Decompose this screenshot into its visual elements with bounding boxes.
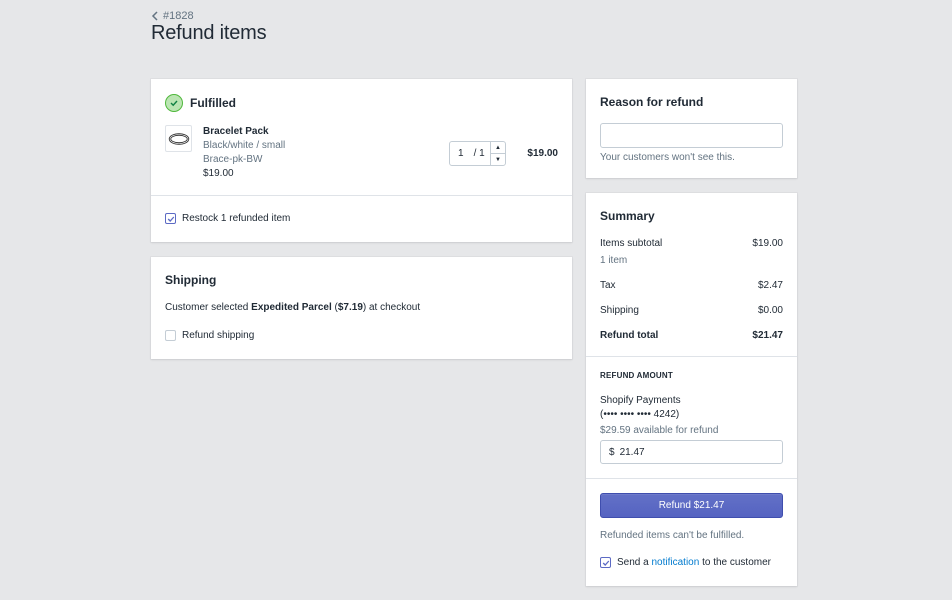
notify-suffix: to the customer xyxy=(699,557,771,568)
refund-shipping-label: Refund shipping xyxy=(182,330,255,341)
caret-up-icon: ▲ xyxy=(495,144,501,151)
shipping-method: Expedited Parcel xyxy=(251,302,332,313)
refund-shipping-row[interactable]: Refund shipping xyxy=(165,330,254,341)
shipping-text-suffix: ) at checkout xyxy=(362,302,421,313)
notify-label: Send a notification to the customer xyxy=(617,557,771,568)
quantity-max: / 1 xyxy=(473,148,485,159)
refund-amount-heading: REFUND AMOUNT xyxy=(600,371,673,380)
summary-card: Summary Items subtotal $19.00 1 item Tax… xyxy=(586,193,797,586)
shipping-price: $7.19 xyxy=(337,302,363,313)
refund-amount-input[interactable]: $ 21.47 xyxy=(600,440,783,464)
quantity-stepper[interactable]: 1 / 1 ▲ ▼ xyxy=(449,141,506,166)
card-mask: (•••• •••• •••• 4242) xyxy=(600,409,680,420)
reason-input[interactable] xyxy=(600,123,783,148)
summary-heading: Summary xyxy=(600,209,655,223)
refund-note: Refunded items can't be fulfilled. xyxy=(600,530,745,541)
shipping-description: Customer selected Expedited Parcel ($7.1… xyxy=(165,302,420,313)
refund-page: #1828 Refund items Fulfilled Bracelet Pa… xyxy=(0,0,952,600)
line-item-info: Bracelet Pack Black/white / small Brace-… xyxy=(203,125,285,181)
reason-heading: Reason for refund xyxy=(600,95,704,109)
line-total: $19.00 xyxy=(527,148,558,159)
product-name: Bracelet Pack xyxy=(203,126,269,137)
items-subtotal-value: $19.00 xyxy=(752,238,783,249)
decrement-button[interactable]: ▼ xyxy=(491,154,505,165)
notify-checkbox[interactable] xyxy=(600,557,611,568)
refund-total-row: Refund total $21.47 xyxy=(600,330,783,341)
increment-button[interactable]: ▲ xyxy=(491,142,505,154)
tax-value: $2.47 xyxy=(757,280,783,291)
fulfilled-heading: Fulfilled xyxy=(190,96,236,110)
refund-button[interactable]: Refund $21.47 xyxy=(600,493,783,518)
back-link-label: #1828 xyxy=(163,10,194,22)
refund-total-label: Refund total xyxy=(600,330,659,341)
checkmark-icon xyxy=(602,560,609,566)
reason-card: Reason for refund Your customers won't s… xyxy=(586,79,797,178)
notification-link[interactable]: notification xyxy=(651,557,699,568)
fulfilled-check-icon xyxy=(165,94,183,112)
reason-help-text: Your customers won't see this. xyxy=(600,152,735,163)
product-unit-price: $19.00 xyxy=(203,168,234,179)
divider xyxy=(586,356,797,357)
divider xyxy=(151,195,572,196)
back-link[interactable]: #1828 xyxy=(151,10,194,22)
refund-shipping-checkbox[interactable] xyxy=(165,330,176,341)
stepper-controls: ▲ ▼ xyxy=(490,142,505,165)
product-variant: Black/white / small xyxy=(203,140,286,151)
shipping-value: $0.00 xyxy=(757,305,783,316)
tax-label: Tax xyxy=(600,280,616,291)
currency-symbol: $ xyxy=(609,446,615,458)
restock-checkbox-row[interactable]: Restock 1 refunded item xyxy=(165,213,290,224)
refund-amount-value: 21.47 xyxy=(619,446,645,458)
divider xyxy=(586,478,797,479)
fulfilled-header: Fulfilled xyxy=(165,94,236,112)
items-subtotal-label: Items subtotal xyxy=(600,238,663,249)
refund-total-value: $21.47 xyxy=(752,330,783,341)
page-title: Refund items xyxy=(151,22,267,44)
quantity-value: 1 xyxy=(458,148,464,159)
chevron-left-icon xyxy=(151,11,158,21)
shipping-text-prefix: Customer selected xyxy=(165,302,252,313)
quantity-field[interactable]: 1 / 1 xyxy=(450,142,490,165)
notify-checkbox-row[interactable]: Send a notification to the customer xyxy=(600,557,771,568)
available-amount: $29.59 available for refund xyxy=(600,425,719,436)
restock-checkbox[interactable] xyxy=(165,213,176,224)
caret-down-icon: ▼ xyxy=(495,156,501,163)
items-count: 1 item xyxy=(600,255,628,266)
bracelet-image-icon xyxy=(168,132,189,145)
payment-gateway-info: Shopify Payments (•••• •••• •••• 4242) xyxy=(600,394,681,422)
shipping-heading: Shipping xyxy=(165,273,217,287)
checkmark-icon xyxy=(167,216,174,222)
fulfilled-card: Fulfilled Bracelet Pack Black/white / sm… xyxy=(151,79,572,242)
notify-prefix: Send a xyxy=(617,557,652,568)
product-thumbnail xyxy=(165,125,192,152)
restock-label: Restock 1 refunded item xyxy=(182,213,291,224)
shipping-row: Shipping $0.00 xyxy=(600,305,783,316)
items-subtotal-row: Items subtotal $19.00 xyxy=(600,238,783,249)
gateway-name: Shopify Payments xyxy=(600,395,681,406)
shipping-label: Shipping xyxy=(600,305,639,316)
product-sku: Brace-pk-BW xyxy=(203,154,263,165)
shipping-card: Shipping Customer selected Expedited Par… xyxy=(151,257,572,359)
tax-row: Tax $2.47 xyxy=(600,280,783,291)
